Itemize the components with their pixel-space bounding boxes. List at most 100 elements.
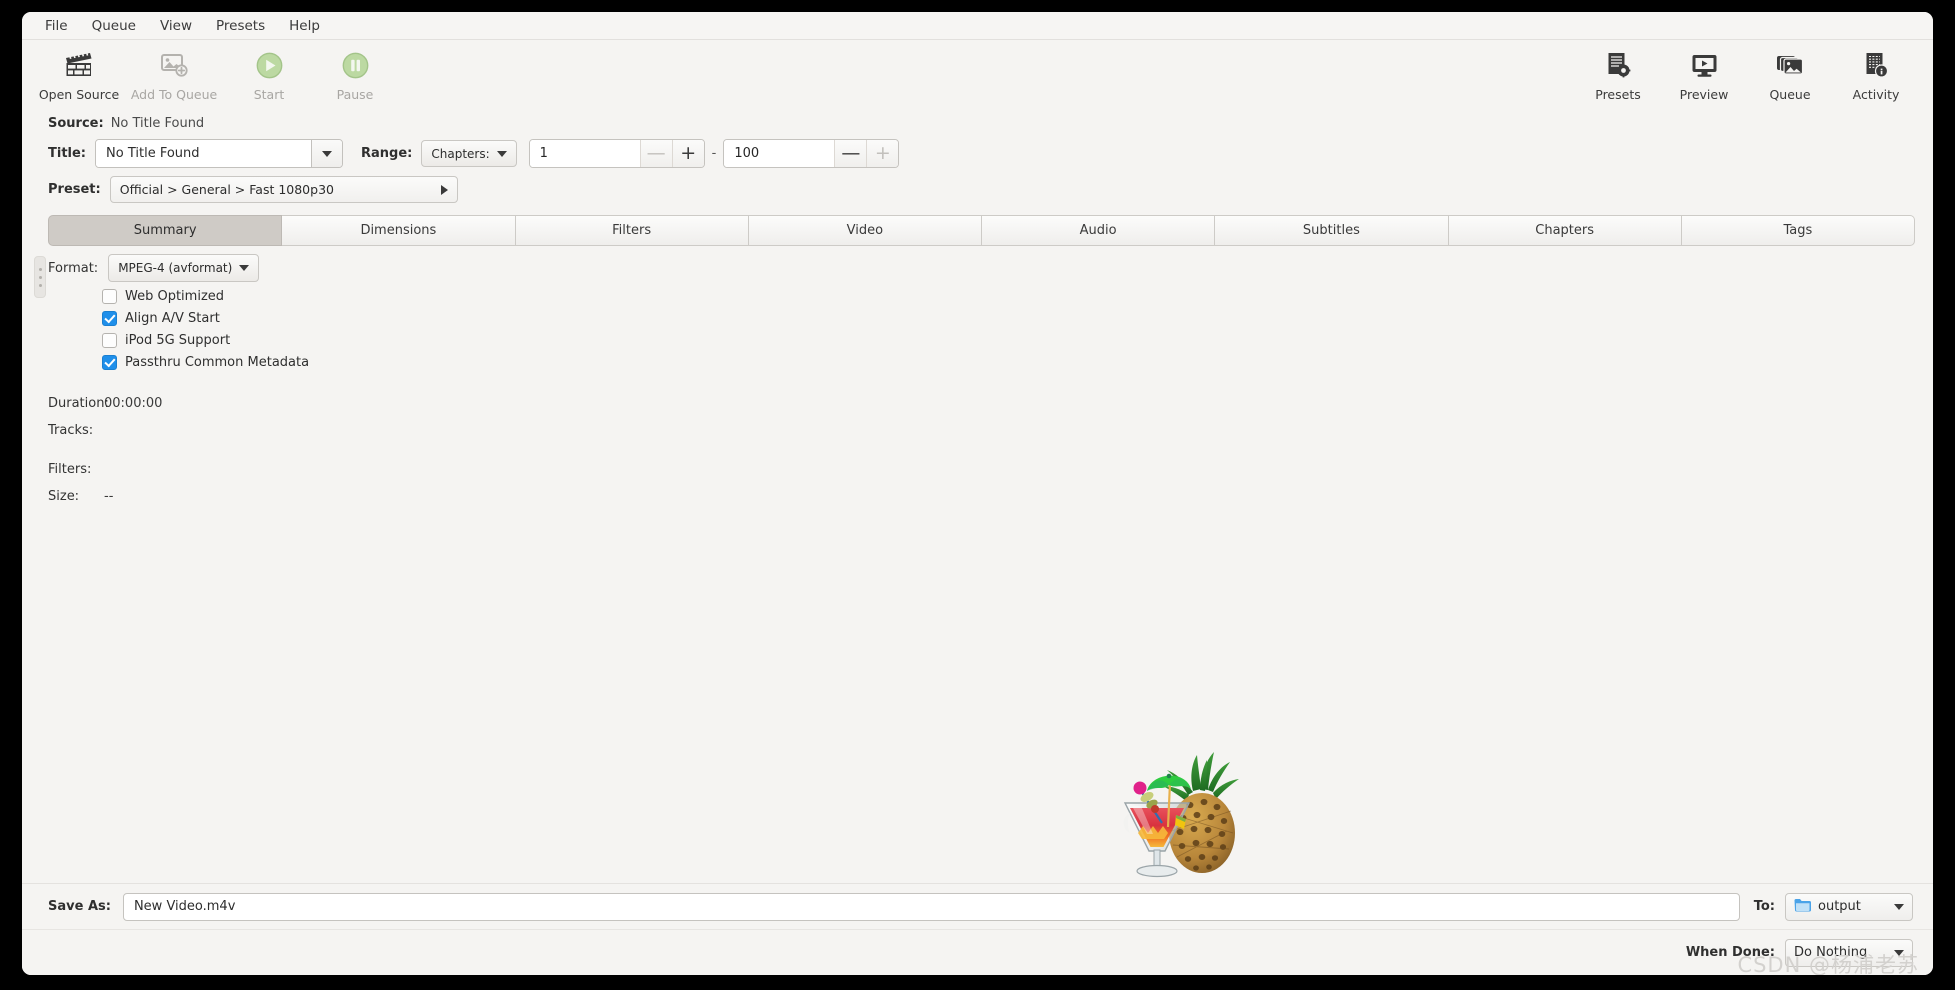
range-end-increment[interactable]: +: [866, 140, 899, 167]
title-dropdown[interactable]: No Title Found: [95, 139, 344, 168]
size-label: Size:: [48, 489, 80, 504]
handbrake-window: File Queue View Presets Help Open Source…: [22, 12, 1933, 975]
range-mode-dropdown[interactable]: Chapters:: [421, 140, 517, 167]
range-end-value[interactable]: 100: [724, 140, 835, 167]
tab-audio[interactable]: Audio: [982, 215, 1216, 246]
chevron-right-icon: [440, 184, 448, 195]
tab-bar: Summary Dimensions Filters Video Audio S…: [48, 215, 1915, 246]
folder-icon: [1794, 898, 1811, 916]
range-end-decrement[interactable]: —: [834, 140, 867, 167]
handle-dot: [38, 267, 42, 271]
tab-summary[interactable]: Summary: [48, 215, 283, 246]
tracks-row: Tracks:: [22, 423, 1933, 438]
destination-label: To:: [1753, 899, 1775, 914]
checkbox-label: Web Optimized: [125, 289, 225, 304]
checkbox-indicator[interactable]: [102, 289, 117, 304]
checkbox-ipod-5g-support[interactable]: iPod 5G Support: [22, 333, 1933, 348]
destination-value: output: [1818, 899, 1861, 914]
menu-item-queue[interactable]: Queue: [80, 16, 148, 36]
duration-label: Duration:: [48, 396, 109, 411]
handle-dot: [38, 283, 42, 287]
activity-label: Activity: [1852, 87, 1900, 102]
menu-item-file[interactable]: File: [33, 16, 80, 36]
open-source-button[interactable]: Open Source: [36, 46, 122, 102]
start-button[interactable]: Start: [226, 46, 312, 102]
title-range-row: Title: No Title Found Range: Chapters: 1…: [22, 133, 1933, 170]
preset-label: Preset:: [48, 182, 101, 197]
menu-item-help[interactable]: Help: [277, 16, 332, 36]
tab-video[interactable]: Video: [748, 215, 982, 246]
tab-subtitles[interactable]: Subtitles: [1215, 215, 1449, 246]
clapperboard-icon: [65, 50, 93, 80]
watermark-text: CSDN @杨浦老苏: [1737, 953, 1919, 975]
open-source-label: Open Source: [38, 87, 120, 102]
preview-label: Preview: [1679, 87, 1729, 102]
range-start-value[interactable]: 1: [529, 140, 640, 167]
range-start-spinner[interactable]: 1 — +: [528, 139, 705, 168]
start-label: Start: [253, 87, 285, 102]
chevron-down-icon: [239, 265, 250, 271]
checkbox-web-optimized[interactable]: Web Optimized: [22, 289, 1933, 304]
presets-icon: [1606, 50, 1631, 80]
checkbox-label: iPod 5G Support: [125, 333, 231, 348]
range-start-decrement[interactable]: —: [639, 140, 672, 167]
summary-panel: Format: MPEG-4 (avformat) Web Optimized …: [22, 246, 1933, 883]
checkbox-passthru-common-metadata[interactable]: Passthru Common Metadata: [22, 355, 1933, 370]
checkbox-indicator[interactable]: [102, 333, 117, 348]
checkbox-indicator[interactable]: [102, 311, 117, 326]
preset-row: Preset: Official > General > Fast 1080p3…: [22, 170, 1933, 211]
preset-selector[interactable]: Official > General > Fast 1080p30: [109, 176, 458, 203]
range-mode-value: Chapters:: [431, 146, 490, 161]
tab-chapters[interactable]: Chapters: [1448, 215, 1682, 246]
range-start-increment[interactable]: +: [671, 140, 704, 167]
pause-button[interactable]: Pause: [312, 46, 398, 102]
menu-item-view[interactable]: View: [148, 16, 204, 36]
queue-stack-icon: [1776, 50, 1804, 80]
checkbox-align-av-start[interactable]: Align A/V Start: [22, 311, 1933, 326]
source-label: Source:: [48, 116, 104, 131]
checkbox-indicator[interactable]: [102, 355, 117, 370]
tab-filters[interactable]: Filters: [515, 215, 749, 246]
range-end-spinner[interactable]: 100 — +: [723, 139, 900, 168]
size-row: Size: --: [22, 489, 1933, 504]
format-value: MPEG-4 (avformat): [118, 261, 233, 275]
duration-value: 00:00:00: [104, 396, 163, 411]
chevron-down-icon: [311, 140, 343, 167]
when-done-bar: When Done: Do Nothing CSDN @杨浦老苏: [22, 929, 1933, 975]
preview-monitor-icon: [1691, 50, 1718, 80]
handbrake-logo: [1097, 739, 1241, 883]
duration-row: Duration: 00:00:00: [22, 396, 1933, 411]
activity-log-icon: [1864, 50, 1889, 80]
add-to-queue-button[interactable]: Add To Queue: [122, 46, 226, 102]
add-to-queue-label: Add To Queue: [130, 87, 218, 102]
presets-button[interactable]: Presets: [1575, 46, 1661, 102]
size-value: --: [104, 489, 114, 504]
title-dropdown-value: No Title Found: [96, 140, 312, 167]
format-label: Format:: [48, 260, 99, 276]
menu-item-presets[interactable]: Presets: [204, 16, 277, 36]
play-icon: [256, 50, 283, 80]
menu-bar: File Queue View Presets Help: [22, 12, 1933, 40]
checkbox-label: Passthru Common Metadata: [125, 355, 310, 370]
checkbox-label: Align A/V Start: [125, 311, 220, 326]
panel-drag-handle[interactable]: [34, 256, 46, 298]
save-as-value: New Video.m4v: [133, 899, 236, 914]
filters-row: Filters:: [22, 462, 1933, 477]
format-dropdown[interactable]: MPEG-4 (avformat): [108, 254, 260, 282]
format-row: Format: MPEG-4 (avformat): [22, 246, 1933, 282]
chevron-down-icon: [1894, 903, 1904, 910]
tab-dimensions[interactable]: Dimensions: [282, 215, 516, 246]
queue-button[interactable]: Queue: [1747, 46, 1833, 102]
save-as-input[interactable]: New Video.m4v: [122, 892, 1740, 921]
handle-dot: [38, 275, 42, 279]
destination-dropdown[interactable]: output: [1785, 892, 1913, 921]
tab-tags[interactable]: Tags: [1681, 215, 1915, 246]
presets-label: Presets: [1595, 87, 1641, 102]
source-value: No Title Found: [110, 116, 205, 131]
activity-button[interactable]: Activity: [1833, 46, 1919, 102]
range-separator: -: [711, 146, 717, 161]
preview-button[interactable]: Preview: [1661, 46, 1747, 102]
title-label: Title:: [48, 146, 87, 161]
toolbar: Open Source Add To Queue Start Pause Pre…: [22, 40, 1933, 110]
queue-label: Queue: [1769, 87, 1811, 102]
